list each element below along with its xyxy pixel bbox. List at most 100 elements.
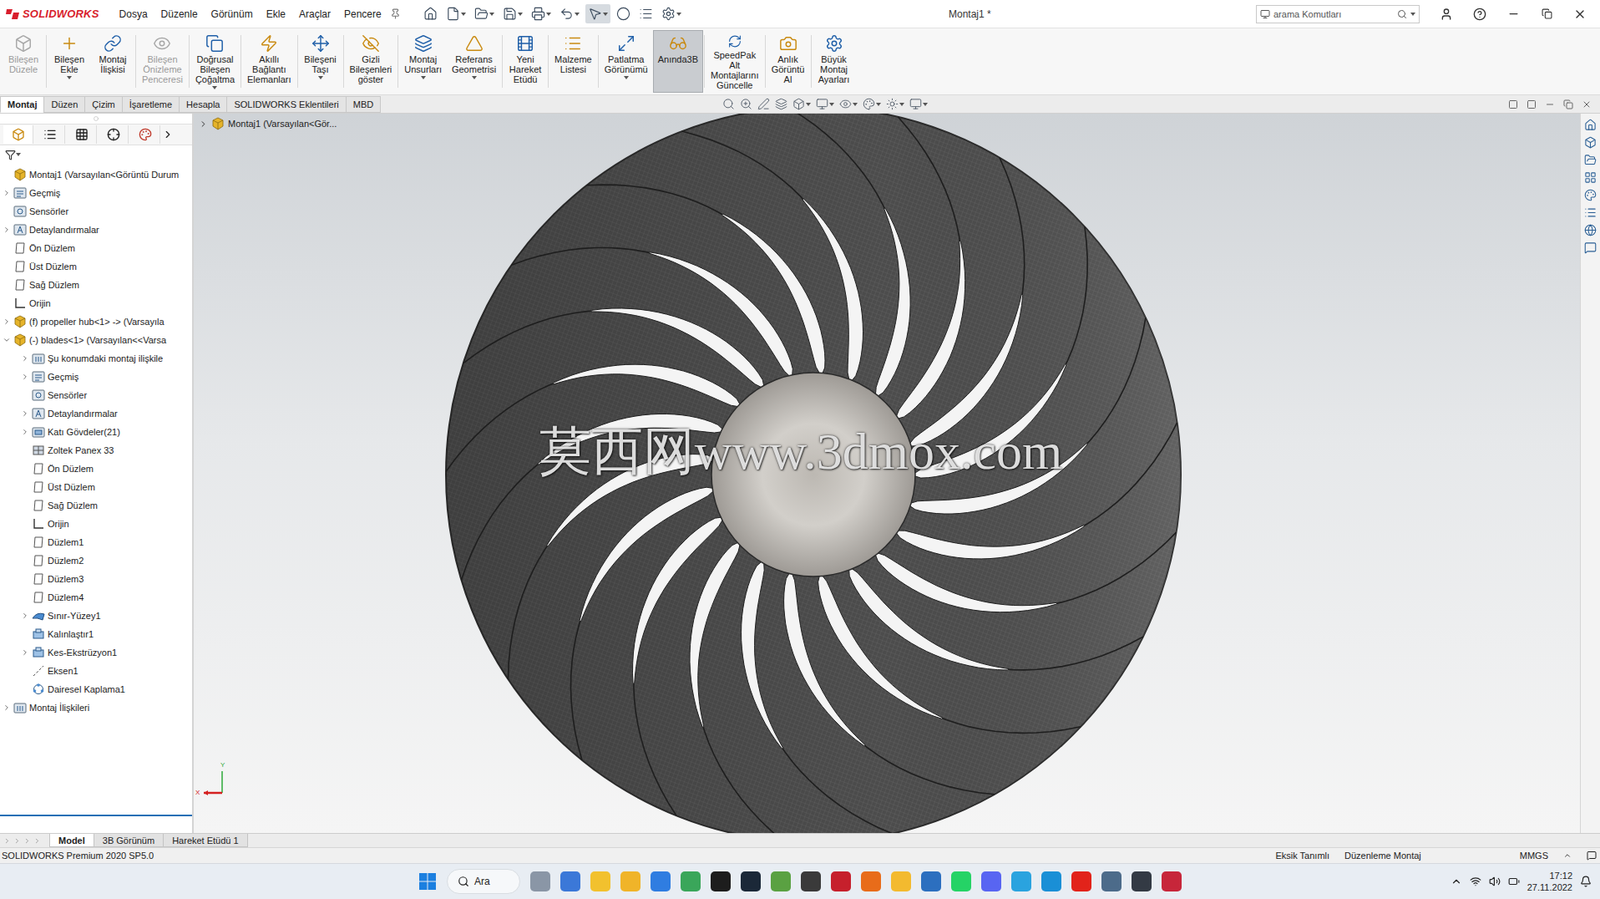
tree-item[interactable]: Montaj1 (Varsayılan<Görüntü Durum [0, 165, 193, 184]
bottom-tab[interactable]: 3B Görünüm [93, 833, 164, 847]
ribbon-button[interactable]: Anlık Görüntü Al [766, 30, 811, 93]
minimize-button[interactable] [1498, 2, 1529, 26]
command-tab[interactable]: Düzen [43, 96, 86, 113]
tree-item[interactable]: Sensörler [0, 202, 193, 221]
file-properties-button[interactable] [636, 4, 656, 24]
tree-item[interactable]: Sağ Düzlem [0, 275, 193, 294]
account-button[interactable] [1431, 2, 1462, 26]
notifications-icon[interactable] [1579, 875, 1592, 887]
forum-icon[interactable] [1584, 223, 1597, 237]
tray-overflow-icon[interactable] [1450, 875, 1463, 887]
ribbon-button[interactable]: Yeni Hareket Etüdü [503, 30, 547, 93]
home-button[interactable] [420, 4, 441, 24]
tree-item[interactable]: Zoltek Panex 33 [0, 440, 193, 460]
tree-item[interactable]: Düzlem1 [0, 532, 193, 552]
restore-button[interactable] [1531, 2, 1562, 26]
dropdown-caret[interactable] [318, 75, 324, 80]
store-app-icon[interactable] [560, 870, 581, 892]
tree-item[interactable]: Ön Düzlem [0, 459, 193, 478]
binance-app-icon[interactable] [891, 870, 912, 892]
expander[interactable] [2, 703, 11, 712]
tree-item[interactable]: Montaj İlişkileri [0, 698, 193, 717]
close-button[interactable] [1564, 2, 1595, 26]
help-button[interactable] [1464, 2, 1495, 26]
keyboard-app-icon[interactable] [1101, 870, 1122, 892]
unit-system[interactable]: MMGS [1519, 850, 1549, 861]
menu-item[interactable]: Düzenle [156, 5, 203, 23]
discord-app-icon[interactable] [981, 870, 1002, 892]
command-tab[interactable]: İşaretleme [121, 96, 180, 113]
tree-item[interactable]: Kalınlaştır1 [0, 624, 193, 644]
matlab-app-icon[interactable] [860, 870, 882, 892]
design-library-icon[interactable] [1584, 136, 1597, 149]
expander[interactable] [2, 317, 11, 326]
command-tab[interactable]: SOLIDWORKS Eklentileri [226, 96, 346, 113]
dropdown-caret[interactable] [623, 75, 629, 80]
ribbon-button[interactable]: Gizli Bileşenleri göster [344, 30, 398, 93]
bottom-tab[interactable]: Hareket Etüdü 1 [162, 833, 249, 847]
tree-item[interactable]: Kes-Ekstrüzyon1 [0, 643, 193, 662]
prev-tab-icon[interactable] [13, 836, 21, 845]
ribbon-button[interactable]: Bileşeni Taşı [298, 30, 343, 93]
section-view-button[interactable] [774, 97, 788, 111]
dimxpert-tab[interactable] [98, 125, 129, 144]
panel-divider[interactable] [0, 814, 193, 825]
mail-app-icon[interactable] [650, 870, 671, 892]
command-tab[interactable]: Hesapla [178, 96, 228, 113]
print-button[interactable] [528, 4, 554, 24]
resources-icon[interactable] [1584, 118, 1597, 132]
view-palette-icon[interactable] [1584, 171, 1597, 184]
undo-button[interactable] [556, 4, 583, 24]
tree-item[interactable]: Orijin [0, 293, 193, 313]
tree-item[interactable]: Düzlem3 [0, 569, 193, 588]
dropdown-caret[interactable] [66, 75, 72, 80]
dropdown-caret[interactable] [212, 86, 218, 90]
tree-item[interactable]: Sağ Düzlem [0, 496, 193, 515]
fan-model[interactable] [193, 113, 1580, 833]
configuration-tab[interactable] [66, 125, 97, 144]
tree-item[interactable]: Detaylandırmalar [0, 404, 193, 423]
ribbon-button[interactable]: Büyük Montaj Ayarları [812, 30, 856, 93]
custom-properties-icon[interactable] [1584, 206, 1597, 219]
logo[interactable]: SOLIDWORKS [5, 7, 100, 21]
whatsapp-app-icon[interactable] [951, 870, 972, 892]
game-app-icon[interactable] [800, 870, 821, 892]
calc-app-icon[interactable] [921, 870, 942, 892]
command-tab[interactable]: MBD [345, 96, 381, 113]
ribbon-button[interactable]: Montaj İlişkisi [91, 30, 135, 93]
property-manager-tab[interactable] [35, 125, 66, 144]
doc-close-icon[interactable] [1581, 99, 1592, 110]
tree-item[interactable]: Sensörler [0, 385, 193, 405]
previous-view-button[interactable] [757, 97, 770, 111]
cascade-icon[interactable] [1526, 99, 1537, 110]
toolbox-app-icon[interactable] [1131, 870, 1152, 892]
expander[interactable] [20, 354, 30, 363]
options-button[interactable] [658, 4, 684, 24]
start-icon[interactable] [418, 871, 437, 891]
open-button[interactable] [471, 4, 497, 24]
ribbon-button[interactable]: Doğrusal Bileşen Çoğaltma [190, 30, 240, 93]
panel-grip[interactable] [0, 113, 193, 124]
settings-app-icon[interactable] [530, 870, 551, 892]
breadcrumb[interactable]: Montaj1 (Varsayılan<Gör... [198, 116, 337, 131]
media-app-icon[interactable] [1071, 870, 1092, 892]
menu-item[interactable]: Pencere [339, 5, 387, 23]
sticky-notes-app-icon[interactable] [590, 870, 611, 892]
next-tab-icon[interactable] [23, 836, 31, 845]
display-tab[interactable] [130, 125, 161, 144]
tree-item[interactable]: Şu konumdaki montaj ilişkile [0, 349, 193, 368]
tile-icon[interactable] [1508, 99, 1519, 110]
tree-item[interactable]: Eksen1 [0, 661, 193, 680]
tree-item[interactable]: Geçmiş [0, 183, 193, 203]
zoom-area-button[interactable] [739, 97, 753, 111]
tree-filter[interactable] [0, 145, 193, 164]
wifi-icon[interactable] [1469, 875, 1482, 887]
comments-icon[interactable] [1584, 241, 1597, 254]
taskbar-search[interactable]: Ara [446, 868, 521, 894]
dropdown-caret[interactable] [420, 75, 426, 80]
tree-item[interactable]: Dairesel Kaplama1 [0, 679, 193, 699]
ribbon-button[interactable]: Bileşen Ekle [47, 30, 92, 93]
tree-item[interactable]: Orijin [0, 514, 193, 533]
command-tab[interactable]: Montaj [0, 96, 45, 113]
tree-item[interactable]: (-) blades<1> (Varsayılan<<Varsa [0, 330, 193, 350]
